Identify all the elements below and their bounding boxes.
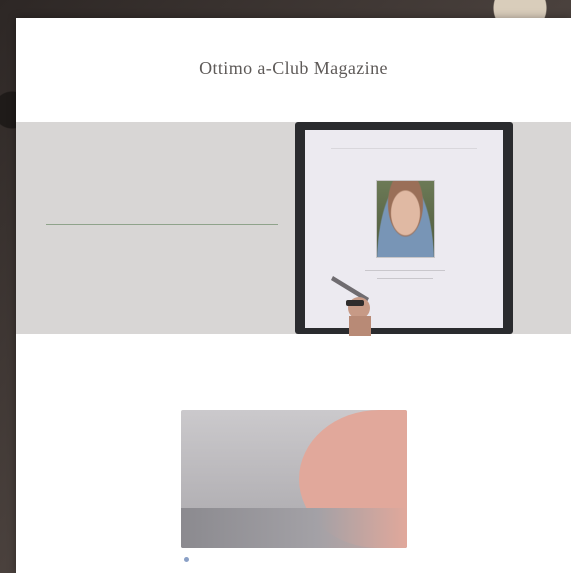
promo-bottom-bar xyxy=(181,508,407,548)
promo-banner[interactable] xyxy=(181,410,407,548)
portrait-photo xyxy=(376,180,435,258)
hand-holding-pen-image xyxy=(331,276,371,336)
hero-banner[interactable] xyxy=(16,122,571,336)
caption-line xyxy=(377,278,433,279)
hero-divider xyxy=(46,224,278,225)
screen-rule xyxy=(331,148,477,149)
caption-line xyxy=(365,270,445,271)
site-title: Ottimo a-Club Magazine xyxy=(199,58,388,78)
magazine-page: Ottimo a-Club Magazine xyxy=(16,18,571,573)
tablet-screen xyxy=(305,130,503,336)
tablet-image xyxy=(295,122,513,336)
main-nav xyxy=(112,84,477,96)
meta-dot-icon xyxy=(184,556,189,562)
meta-row xyxy=(184,554,194,564)
